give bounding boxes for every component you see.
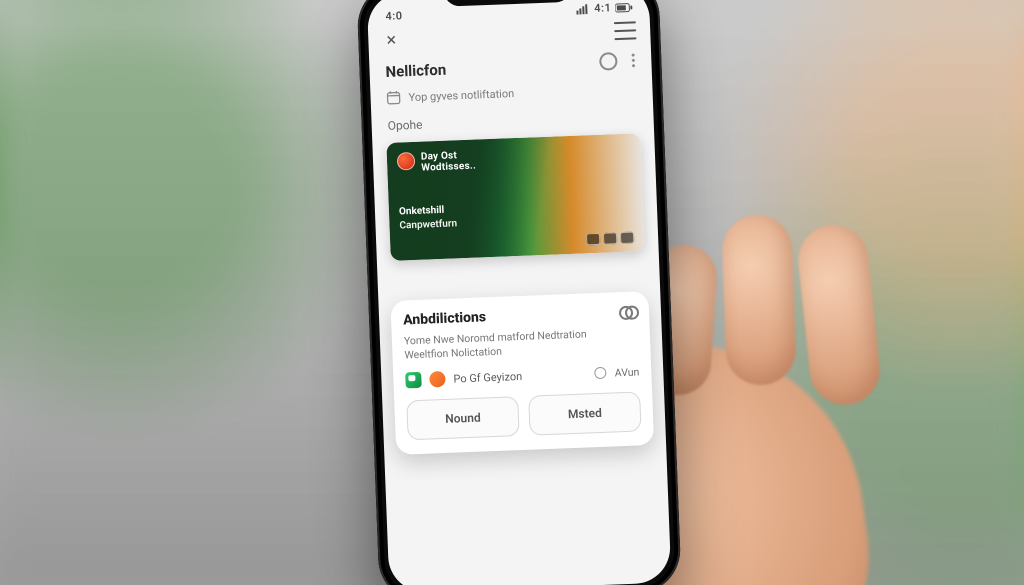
battery-icon	[615, 2, 633, 13]
app-icon-green	[405, 372, 422, 389]
status-time: 4:0	[385, 9, 403, 23]
calendar-icon	[386, 90, 401, 105]
action-left-button[interactable]: Nound	[406, 396, 519, 440]
phone-screen: 4:0 4:1	[367, 0, 672, 585]
hero-line1: Day Ost Wodtisses..	[421, 150, 477, 174]
menu-icon[interactable]	[614, 21, 637, 40]
radio-icon[interactable]	[595, 367, 607, 379]
subtitle-text: Yop gyves notliftation	[408, 87, 514, 104]
more-icon[interactable]	[631, 52, 636, 68]
notification-panel: Anbdilictions Yome Nwe Noromd matford Ne…	[390, 291, 654, 455]
refresh-icon[interactable]	[599, 52, 618, 71]
app-icon-orange	[429, 371, 446, 388]
panel-actions: Nound Msted	[406, 392, 641, 441]
panel-body: Yome Nwe Noromd matford Nedtration Weelt…	[404, 325, 639, 362]
panel-row: Po Gf Geyizon AVun	[405, 364, 639, 389]
close-icon[interactable]: ×	[380, 28, 403, 51]
hero-line2: Onketshill	[399, 205, 445, 218]
signal-icon	[576, 4, 590, 15]
hero-card[interactable]: Day Ost Wodtisses.. Onketshill Canpwetfu…	[386, 133, 644, 261]
page-title: Nellicfon	[369, 54, 463, 84]
panel-row-label: Po Gf Geyizon	[453, 370, 522, 386]
hero-chips	[586, 232, 634, 246]
action-right-button[interactable]: Msted	[528, 392, 641, 436]
hero-line3: Canpwetfurn	[399, 218, 457, 231]
background-scene: 4:0 4:1	[0, 0, 1024, 585]
hero-badge-icon	[397, 152, 416, 171]
phone-frame: 4:0 4:1	[356, 0, 682, 585]
status-network: 4:1	[594, 1, 612, 15]
title-tools	[583, 51, 652, 72]
panel-row-value: AVun	[615, 365, 640, 379]
panel-title: Anbdilictions	[403, 309, 487, 328]
link-icon[interactable]	[619, 304, 638, 319]
